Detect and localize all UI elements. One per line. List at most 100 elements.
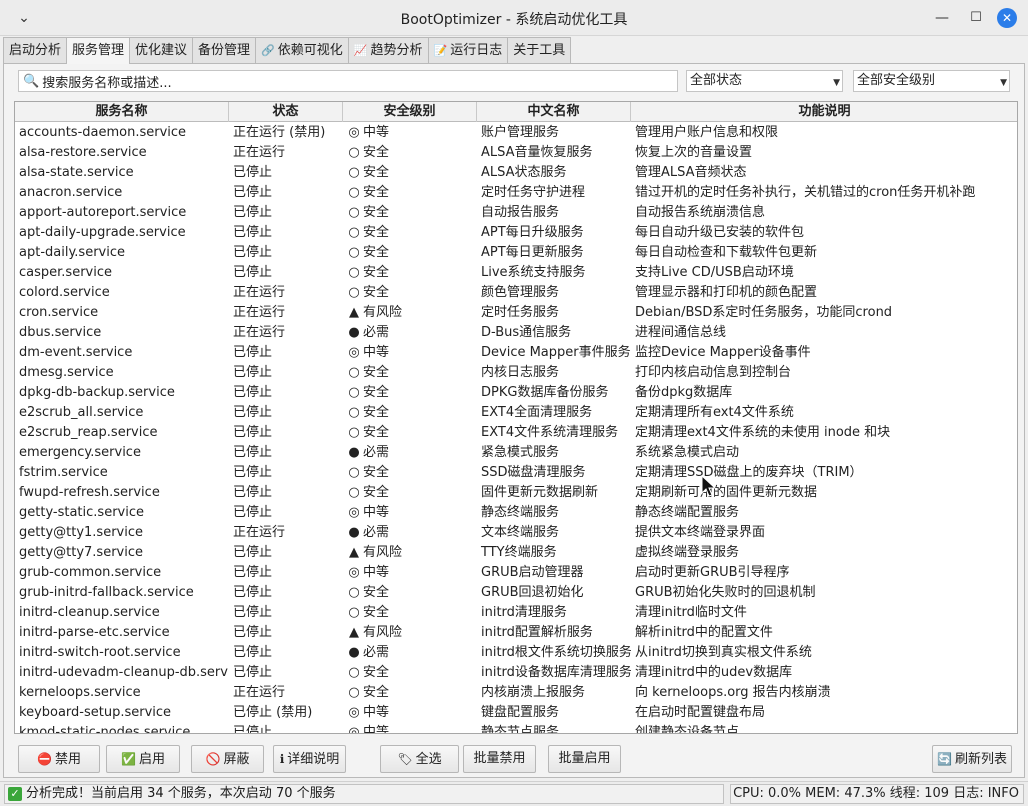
cell-service-name: e2scrub_all.service	[19, 405, 144, 420]
table-row[interactable]: initrd-udevadm-cleanup-db.service 已停止 ○ 安全 i…	[15, 663, 1017, 683]
cell-description: 虚拟终端登录服务	[635, 545, 740, 560]
column-header-chinese-name[interactable]: 中文名称	[477, 102, 631, 122]
security-level-icon: ○	[348, 605, 360, 620]
table-row[interactable]: apport-autoreport.service 已停止 ○ 安全 自动报告服务 自动报…	[15, 203, 1017, 223]
column-header-security-level[interactable]: 安全级别	[343, 102, 477, 122]
select-all-button[interactable]: 🏷 全选	[380, 745, 459, 773]
tab-about[interactable]: 关于工具	[507, 37, 572, 63]
cell-description: 定期清理SSD磁盘上的废弃块（TRIM）	[635, 465, 863, 480]
table-row[interactable]: e2scrub_all.service 已停止 ○ 安全 EXT4全面清理服务 定期清理所…	[15, 403, 1017, 423]
cell-description: 清理initrd临时文件	[635, 605, 747, 620]
maximize-button[interactable]: ☐	[966, 8, 986, 28]
column-header-service-name[interactable]: 服务名称	[15, 102, 229, 122]
tab-boot-analysis[interactable]: 启动分析	[3, 37, 68, 63]
security-level-label: 有风险	[363, 545, 403, 560]
table-row[interactable]: alsa-state.service 已停止 ○ 安全 ALSA状态服务 管理ALSA音频…	[15, 163, 1017, 183]
details-button[interactable]: ℹ 详细说明	[273, 745, 346, 773]
cell-security-level: ○ 安全	[343, 403, 477, 423]
status-filter-select[interactable]: 全部状态 ▼	[686, 70, 843, 92]
cell-security-level: ○ 安全	[343, 363, 477, 383]
table-row[interactable]: apt-daily.service 已停止 ○ 安全 APT每日更新服务 每日自动检查和下…	[15, 243, 1017, 263]
security-level-icon: ○	[348, 585, 360, 600]
table-row[interactable]: getty-static.service 已停止 ◎ 中等 静态终端服务 静态终端配置服务	[15, 503, 1017, 523]
column-header-description[interactable]: 功能说明	[631, 102, 1017, 122]
column-header-status[interactable]: 状态	[229, 102, 343, 122]
table-row[interactable]: colord.service 正在运行 ○ 安全 颜色管理服务 管理显示器和打印机的颜色配…	[15, 283, 1017, 303]
tab-backup-management[interactable]: 备份管理	[192, 37, 257, 63]
table-row[interactable]: initrd-cleanup.service 已停止 ○ 安全 initrd清理服务 清理…	[15, 603, 1017, 623]
batch-disable-button[interactable]: 批量禁用	[463, 745, 536, 773]
security-level-icon: ◎	[348, 705, 360, 720]
mask-button[interactable]: 🚫 屏蔽	[191, 745, 264, 773]
cell-description: GRUB初始化失败时的回退机制	[635, 585, 816, 600]
cell-description: 打印内核启动信息到控制台	[635, 365, 792, 380]
cell-description: 定期清理ext4文件系统的未使用 inode 和块	[635, 425, 891, 440]
table-row[interactable]: keyboard-setup.service 已停止 (禁用) ◎ 中等 键盘配置服务在…	[15, 703, 1017, 723]
security-level-icon: ○	[348, 245, 360, 260]
cell-status: 已停止	[233, 505, 273, 520]
table-row[interactable]: apt-daily-upgrade.service 已停止 ○ 安全 APT每日升级服务…	[15, 223, 1017, 243]
security-level-label: 中等	[363, 345, 390, 360]
cell-service-name: fstrim.service	[19, 465, 108, 480]
table-row[interactable]: dbus.service 正在运行 ● 必需 D-Bus通信服务 进程间通信总线	[15, 323, 1017, 343]
disable-button[interactable]: ⛔ 禁用	[18, 745, 100, 773]
search-icon: 🔍	[23, 73, 40, 89]
search-input[interactable]: 🔍 搜索服务名称或描述...	[18, 70, 678, 92]
table-row[interactable]: alsa-restore.service 正在运行 ○ 安全 ALSA音量恢复服务 恢复上…	[15, 143, 1017, 163]
chevron-down-icon: ▼	[1000, 78, 1007, 88]
security-level-icon: ○	[348, 205, 360, 220]
table-row[interactable]: initrd-switch-root.service 已停止 ● 必需 initrd根文…	[15, 643, 1017, 663]
table-row[interactable]: grub-common.service 已停止 ◎ 中等 GRUB启动管理器 启动时更新G…	[15, 563, 1017, 583]
table-row[interactable]: cron.service 正在运行 ▲ 有风险 定时任务服务 Debian/BSD系定时任…	[15, 303, 1017, 323]
cell-service-name: grub-common.service	[19, 565, 162, 580]
cell-status: 已停止	[233, 405, 273, 420]
table-row[interactable]: accounts-daemon.service 正在运行 (禁用) ◎ 中等 账户管理服…	[15, 123, 1017, 143]
batch-enable-button[interactable]: 批量启用	[548, 745, 621, 773]
cell-service-name: kmod-static-nodes.service	[19, 725, 191, 734]
tab-run-log[interactable]: 📝 运行日志	[427, 37, 509, 63]
cell-security-level: ○ 安全	[343, 263, 477, 283]
close-button[interactable]: ✕	[997, 8, 1017, 28]
tab-optimization-suggestions[interactable]: 优化建议	[129, 37, 194, 63]
cell-chinese-name: D-Bus通信服务	[481, 325, 572, 340]
security-filter-select[interactable]: 全部安全级别 ▼	[853, 70, 1010, 92]
status-bar: ✓ 分析完成！当前启用 34 个服务，本次启动 70 个服务 CPU: 0.0%…	[0, 781, 1028, 806]
cell-chinese-name: 定时任务服务	[481, 305, 560, 320]
table-row[interactable]: e2scrub_reap.service 已停止 ○ 安全 EXT4文件系统清理服务 定期…	[15, 423, 1017, 443]
table-row[interactable]: kmod-static-nodes.service 已停止 ◎ 中等 静态节点服务 创建静…	[15, 723, 1017, 734]
refresh-list-button[interactable]: 🔄 刷新列表	[932, 745, 1012, 773]
security-level-label: 安全	[363, 585, 390, 600]
table-row[interactable]: dmesg.service 已停止 ○ 安全 内核日志服务 打印内核启动信息到控制台	[15, 363, 1017, 383]
table-row[interactable]: dm-event.service 已停止 ◎ 中等 Device Mapper事件服务监…	[15, 343, 1017, 363]
enable-button[interactable]: ✅ 启用	[106, 745, 180, 773]
table-row[interactable]: grub-initrd-fallback.service 已停止 ○ 安全 GRUB回退…	[15, 583, 1017, 603]
tab-dependency-visualization[interactable]: 🔗 依赖可视化	[255, 37, 349, 63]
table-row[interactable]: fstrim.service 已停止 ○ 安全 SSD磁盘清理服务 定期清理SSD磁盘上的…	[15, 463, 1017, 483]
service-table[interactable]: 服务名称 状态 安全级别 中文名称 功能说明 accounts-daemon.s…	[14, 101, 1018, 734]
table-row[interactable]: getty@tty7.service 已停止 ▲ 有风险 TTY终端服务 虚拟终端登录服务	[15, 543, 1017, 563]
table-row[interactable]: dpkg-db-backup.service 已停止 ○ 安全 DPKG数据库备份服务 备…	[15, 383, 1017, 403]
table-row[interactable]: kerneloops.service 正在运行 ○ 安全 内核崩溃上报服务向 kerne…	[15, 683, 1017, 703]
cell-status: 已停止	[233, 545, 273, 560]
cell-description: 解析initrd中的配置文件	[635, 625, 773, 640]
table-row[interactable]: emergency.service 已停止 ● 必需 紧急模式服务 系统紧急模式启动	[15, 443, 1017, 463]
security-level-icon: ◎	[348, 345, 360, 360]
table-row[interactable]: fwupd-refresh.service 已停止 ○ 安全 固件更新元数据刷新 定期刷新…	[15, 483, 1017, 503]
cell-description: 从initrd切换到真实根文件系统	[635, 645, 812, 660]
cell-service-name: alsa-restore.service	[19, 145, 147, 160]
cell-description: 管理ALSA音频状态	[635, 165, 747, 180]
cell-security-level: ● 必需	[343, 443, 477, 463]
cell-chinese-name: 键盘配置服务	[481, 705, 560, 720]
table-row[interactable]: casper.service 已停止 ○ 安全 Live系统支持服务 支持Live CD/…	[15, 263, 1017, 283]
table-row[interactable]: initrd-parse-etc.service 已停止 ▲ 有风险 initrd配置解…	[15, 623, 1017, 643]
table-row[interactable]: anacron.service 已停止 ○ 安全 定时任务守护进程 错过开机的定时任务补执…	[15, 183, 1017, 203]
cell-service-name: dmesg.service	[19, 365, 114, 380]
tab-service-management[interactable]: 服务管理	[66, 37, 131, 64]
minimize-button[interactable]: —	[932, 8, 952, 28]
cell-security-level: ○ 安全	[343, 423, 477, 443]
table-row[interactable]: getty@tty1.service 正在运行 ● 必需 文本终端服务 提供文本终端登录界…	[15, 523, 1017, 543]
cell-chinese-name: SSD磁盘清理服务	[481, 465, 586, 480]
cell-chinese-name: 紧急模式服务	[481, 445, 560, 460]
enable-label: 启用	[138, 752, 165, 767]
tab-trend-analysis[interactable]: 📈 趋势分析	[347, 37, 429, 63]
